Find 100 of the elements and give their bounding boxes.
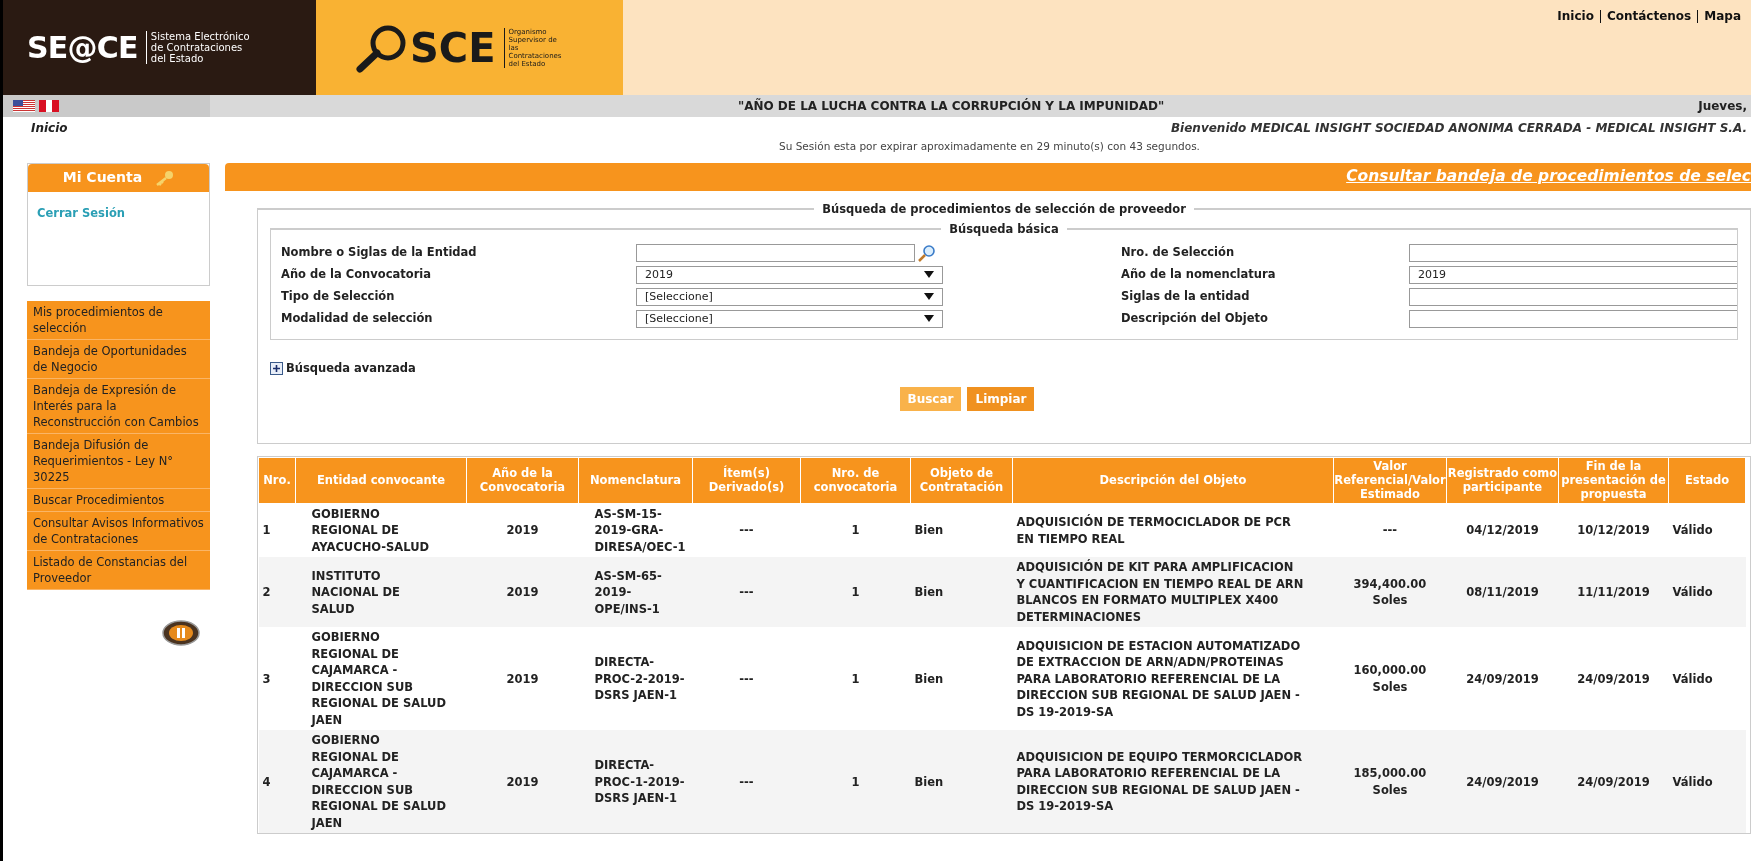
select-field[interactable]: [Seleccione] [636,309,943,328]
motto-text: "AÑO DE LA LUCHA CONTRA LA CORRUPCIÓN Y LA IMPUNIDAD" [736,97,1166,115]
caret-icon [924,315,934,323]
seace-logo[interactable]: SE@CE [27,25,138,70]
sidebar-menu-item[interactable]: Bandeja de Expresión de Interés para la Reconstrucción con Cambios [27,378,210,434]
table-cell: GOBIERNO REGIONAL DE CAJAMARCA - DIRECCION SUB REGIONAL DE SALUD JAEN [295,627,467,731]
table-cell: 04/12/2019 [1446,503,1559,558]
table-cell: --- [692,503,801,558]
field-label: Siglas de la entidad [1121,288,1251,306]
column-header: Entidad convocante [295,457,467,504]
select-field[interactable]: 2019 [1409,265,1737,284]
search-icon[interactable] [917,243,937,262]
table-cell: ADQUISICIÓN DE TERMOCICLADOR DE PCR EN TIEMPO REAL [1012,503,1334,558]
field-label: Nombre o Siglas de la Entidad [281,244,478,262]
table-cell: 3 [258,627,296,731]
text-input-field[interactable] [1409,287,1737,306]
table-cell: Bien [910,557,1013,628]
table-cell: ADQUISICIÓN DE KIT PARA AMPLIFICACION Y CUANTIFICACION EN TIEMPO REAL DE ARN BLANCOS EN FORMATO MULTIPLEX X400 DETERMINACIONES [1012,557,1334,628]
table-cell: ADQUISICION DE EQUIPO TERMORCICLADOR PARA LABORATORIO REFERENCIAL DE LA DIRECCION SUB REGIONAL DE SALUD JAEN - DS 19-2019-SA [1012,730,1334,834]
breadcrumb[interactable]: Inicio [31,119,68,137]
table-cell: 394,400.00 Soles [1333,557,1447,628]
column-header: Ítem(s) Derivado(s) [692,457,801,504]
column-header: Descripción del Objeto [1012,457,1334,504]
sidebar-menu-item[interactable]: Bandeja de Oportunidades de Negocio [27,339,210,379]
welcome-text: Bienvenido MEDICAL INSIGHT SOCIEDAD ANONIMA CERRADA - MEDICAL INSIGHT S.A. [1170,120,1747,137]
column-header: Registrado como participante [1446,457,1559,504]
top-nav-link[interactable]: Contáctenos [1599,10,1698,23]
pause-icon[interactable] [162,619,200,646]
field-label: Tipo de Selección [281,288,396,306]
sidebar-menu-item[interactable]: Mis procedimientos de selección [27,300,210,340]
table-cell: Válido [1668,503,1746,558]
table-cell: 1 [800,503,911,558]
field-label: Modalidad de selección [281,310,434,328]
table-cell: Válido [1668,557,1746,628]
table-cell: 1 [800,627,911,731]
advanced-search-link[interactable]: Búsqueda avanzada [286,360,416,378]
table-cell: 160,000.00 Soles [1333,627,1447,731]
table-cell: 24/09/2019 [1446,730,1559,834]
key-icon [154,169,175,186]
sidebar-menu-item[interactable]: Buscar Procedimientos [27,488,210,512]
table-cell: --- [692,557,801,628]
table-cell: 24/09/2019 [1558,627,1669,731]
top-nav-link[interactable]: Mapa [1697,10,1747,23]
table-cell: Válido [1668,730,1746,834]
select-field[interactable]: 2019 [636,265,943,284]
top-nav-link[interactable]: Inicio [1551,10,1600,23]
table-cell: Bien [910,503,1013,558]
table-cell: AS-SM-65-2019-OPE/INS-1 [578,557,693,628]
table-cell: 2 [258,557,296,628]
seace-subtitle: Sistema Electrónico de Contrataciones del Estado [145,31,256,64]
column-header: Nro. [258,457,296,504]
table-cell: DIRECTA-PROC-2-2019-DSRS JAEN-1 [578,627,693,731]
table-cell: Bien [910,627,1013,731]
table-cell: INSTITUTO NACIONAL DE SALUD [295,557,467,628]
table-cell: GOBIERNO REGIONAL DE CAJAMARCA - DIRECCION SUB REGIONAL DE SALUD JAEN [295,730,467,834]
column-header: Año de la Convocatoria [466,457,579,504]
table-cell: GOBIERNO REGIONAL DE AYACUCHO-SALUD [295,503,467,558]
column-header: Fin de la presentación de propuesta [1558,457,1669,504]
caret-icon [924,293,934,301]
search-title: Búsqueda de procedimientos de selección de proveedor [814,200,1194,218]
text-input-field[interactable] [1409,243,1737,262]
table-cell: --- [692,730,801,834]
sidebar-menu-item[interactable]: Consultar Avisos Informativos de Contrataciones [27,511,210,551]
column-header: Nro. de convocatoria [800,457,911,504]
account-title: Mi Cuenta [62,168,143,188]
column-header: Objeto de Contratación [910,457,1013,504]
osce-logo[interactable]: SCE [410,17,496,78]
table-cell: 1 [800,557,911,628]
sidebar-menu-item[interactable]: Listado de Constancias del Proveedor [27,550,210,590]
column-header: Estado [1668,457,1746,504]
sidebar-menu-item[interactable]: Bandeja Difusión de Requerimientos - Ley N° 30225 [27,433,210,489]
caret-icon [924,271,934,279]
date-text: Jueves, [1696,98,1748,115]
column-header: Valor Referencial/Valor Estimado [1333,457,1447,504]
session-notice: Su Sesión esta por expirar aproximadamente en 29 minuto(s) con 43 segundos. [778,139,1201,154]
expand-icon[interactable] [270,362,283,376]
table-cell: 2019 [466,730,579,834]
table-cell: 24/09/2019 [1558,730,1669,834]
field-label: Nro. de Selección [1121,244,1236,262]
table-cell: ADQUISICION DE ESTACION AUTOMATIZADO DE EXTRACCION DE ARN/ADN/PROTEINAS PARA LABORATORIO REFERENCIAL DE LA DIRECCION SUB REGIONAL DE SALUD JAEN - DS 19-2019-SA [1012,627,1334,731]
us-flag-icon[interactable] [13,100,35,112]
basic-search-title: Búsqueda básica [941,221,1067,239]
table-cell: --- [1333,503,1447,558]
peru-flag-icon[interactable] [39,100,59,112]
table-cell: 2019 [466,557,579,628]
text-input-field[interactable] [1409,309,1737,328]
table-cell: 4 [258,730,296,834]
select-field[interactable]: [Seleccione] [636,287,943,306]
table-cell: DIRECTA-PROC-1-2019-DSRS JAEN-1 [578,730,693,834]
table-cell: Válido [1668,627,1746,731]
table-cell: 08/11/2019 [1446,557,1559,628]
table-cell: 2019 [466,627,579,731]
table-cell: 11/11/2019 [1558,557,1669,628]
table-cell: Bien [910,730,1013,834]
table-cell: AS-SM-15-2019-GRA-DIRESA/OEC-1 [578,503,693,558]
table-cell: 1 [800,730,911,834]
field-label: Descripción del Objeto [1121,310,1269,328]
entity-input-field[interactable] [636,243,915,262]
column-header: Nomenclatura [578,457,693,504]
table-cell: 10/12/2019 [1558,503,1669,558]
